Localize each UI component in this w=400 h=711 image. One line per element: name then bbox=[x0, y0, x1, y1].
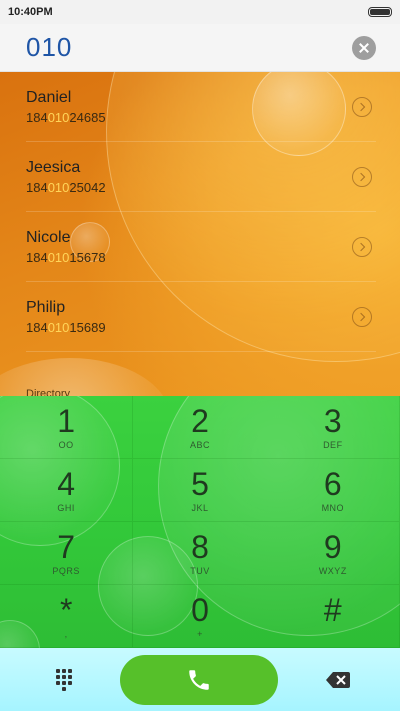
contact-info: Daniel 18401024685 bbox=[26, 89, 106, 125]
contact-row[interactable]: Daniel 18401024685 bbox=[26, 72, 376, 142]
number-suffix: 15678 bbox=[69, 249, 106, 265]
key-digit: 7 bbox=[57, 529, 76, 565]
contact-info: Philip 18401015689 bbox=[26, 299, 106, 335]
battery-icon bbox=[368, 7, 392, 17]
chevron-right-icon[interactable] bbox=[352, 96, 372, 117]
key-letters: PQRS bbox=[52, 566, 80, 576]
dialpad-toggle-icon[interactable] bbox=[56, 668, 72, 691]
key-letters: GHI bbox=[57, 503, 75, 513]
key-digit: # bbox=[323, 592, 342, 628]
key-digit: 8 bbox=[191, 529, 209, 565]
key-hash[interactable]: # bbox=[266, 585, 400, 648]
contact-info: Jeesica 18401025042 bbox=[26, 159, 106, 195]
key-5[interactable]: 5 JKL bbox=[133, 459, 267, 522]
contact-name: Nicole bbox=[26, 228, 71, 246]
chevron-right-icon[interactable] bbox=[352, 166, 372, 187]
number-match: 010 bbox=[47, 249, 70, 265]
number-suffix: 25042 bbox=[69, 179, 106, 195]
key-letters: + bbox=[197, 629, 203, 639]
chevron-right-icon[interactable] bbox=[352, 236, 372, 257]
dial-keypad: 1 OO 2 ABC 3 DEF 4 GHI 5 JKL 6 MNO 7 PQRS 8 TUV … bbox=[0, 396, 400, 648]
status-time: 10:40PM bbox=[8, 6, 53, 18]
contact-number: 18401015689 bbox=[26, 320, 106, 335]
number-match: 010 bbox=[47, 319, 70, 335]
number-prefix: 184 bbox=[26, 109, 48, 125]
key-letters: ABC bbox=[189, 440, 210, 450]
key-digit: 6 bbox=[323, 466, 342, 502]
number-suffix: 24685 bbox=[69, 109, 106, 125]
key-letters: , bbox=[64, 629, 68, 639]
key-letters: MNO bbox=[321, 503, 345, 513]
dialed-number-input[interactable]: 010 bbox=[26, 32, 72, 63]
status-bar: 10:40PM bbox=[0, 0, 400, 24]
key-letters: WXYZ bbox=[318, 566, 347, 576]
key-8[interactable]: 8 TUV bbox=[133, 522, 267, 585]
key-0[interactable]: 0 + bbox=[133, 585, 267, 648]
contact-results-list: Daniel 18401024685 Jeesica 18401025042 N… bbox=[0, 72, 400, 396]
contact-name: Jeesica bbox=[26, 158, 81, 176]
key-1[interactable]: 1 OO bbox=[0, 396, 134, 459]
key-star[interactable]: *, bbox=[0, 585, 134, 648]
number-prefix: 184 bbox=[26, 319, 48, 335]
key-digit: 3 bbox=[323, 403, 342, 439]
key-digit: 4 bbox=[57, 466, 76, 502]
dialed-number-bar: 010 bbox=[0, 24, 400, 72]
contact-info: Nicole 18401015678 bbox=[26, 229, 106, 265]
key-digit: * bbox=[59, 592, 73, 628]
contact-name: Philip bbox=[26, 298, 66, 316]
key-letters: JKL bbox=[191, 503, 209, 513]
clear-icon[interactable] bbox=[352, 35, 376, 60]
key-digit: 9 bbox=[323, 529, 342, 565]
number-prefix: 184 bbox=[26, 249, 48, 265]
number-match: 010 bbox=[47, 179, 70, 195]
contact-row[interactable]: Jeesica 18401025042 bbox=[26, 142, 376, 212]
key-digit: 2 bbox=[191, 403, 209, 439]
contact-number: 18401025042 bbox=[26, 180, 106, 195]
dialer-action-bar bbox=[0, 648, 400, 711]
key-digit: 1 bbox=[57, 403, 76, 439]
number-match: 010 bbox=[47, 109, 70, 125]
key-9[interactable]: 9 WXYZ bbox=[266, 522, 400, 585]
key-letters: OO bbox=[58, 440, 74, 450]
key-letters: DEF bbox=[323, 440, 343, 450]
contact-name: Daniel bbox=[26, 88, 72, 106]
call-button[interactable] bbox=[120, 654, 278, 705]
key-4[interactable]: 4 GHI bbox=[0, 459, 134, 522]
phone-icon bbox=[189, 669, 209, 690]
contact-number: 18401015678 bbox=[26, 250, 106, 265]
contact-row[interactable]: Nicole 18401015678 bbox=[26, 212, 376, 282]
chevron-right-icon[interactable] bbox=[352, 306, 372, 327]
contact-row[interactable]: Philip 18401015689 bbox=[26, 282, 376, 352]
key-6[interactable]: 6 MNO bbox=[266, 459, 400, 522]
key-3[interactable]: 3 DEF bbox=[266, 396, 400, 459]
backspace-icon[interactable] bbox=[326, 671, 350, 688]
number-prefix: 184 bbox=[26, 179, 48, 195]
key-digit: 5 bbox=[191, 466, 209, 502]
contact-number: 18401024685 bbox=[26, 110, 106, 125]
key-7[interactable]: 7 PQRS bbox=[0, 522, 134, 585]
key-digit: 0 bbox=[191, 592, 209, 628]
number-suffix: 15689 bbox=[69, 319, 106, 335]
key-letters: TUV bbox=[190, 566, 210, 576]
directory-section-label: Directory bbox=[26, 388, 71, 396]
key-2[interactable]: 2 ABC bbox=[133, 396, 267, 459]
